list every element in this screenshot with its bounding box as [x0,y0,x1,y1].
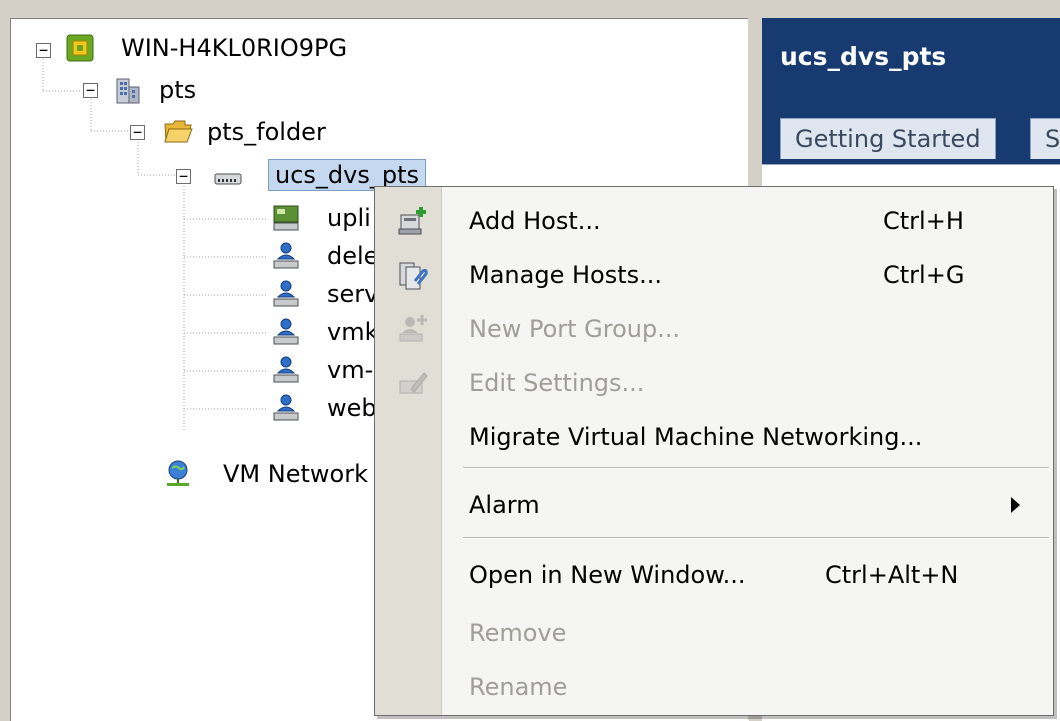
menu-item-label: Add Host... [469,207,601,235]
menu-item-label: Manage Hosts... [469,261,662,289]
new-port-group-icon [399,315,427,342]
manage-hosts-icon [399,262,428,290]
menu-item-shortcut: Ctrl+H [883,207,964,235]
tree-node-folder[interactable]: pts_folder [207,115,326,149]
tree-node-vcenter[interactable]: WIN-H4KL0RIO9PG [121,31,347,65]
datacenter-icon [116,78,140,104]
menu-item-rename[interactable]: Rename [375,661,1053,713]
uplink-portgroup-icon [273,205,299,231]
menu-item-migrate-vm-networking[interactable]: Migrate Virtual Machine Networking... [375,411,1053,463]
tree-node-portgroup[interactable]: web [327,391,377,425]
submenu-arrow-icon [1011,497,1020,513]
menu-separator [463,467,1049,469]
menu-item-label: Edit Settings... [469,369,645,397]
menu-item-shortcut: Ctrl+Alt+N [825,561,959,589]
detail-title: ucs_dvs_pts [780,42,947,71]
portgroup-icon [273,242,299,269]
portgroup-icon [273,318,299,345]
datacenter-expander[interactable]: − [83,83,98,98]
menu-item-new-port-group[interactable]: New Port Group... [375,303,1053,355]
menu-item-label: Open in New Window... [469,561,746,589]
tree-node-datacenter[interactable]: pts [159,73,196,107]
folder-expander[interactable]: − [130,125,145,140]
portgroup-icon [273,394,299,421]
portgroup-icon [273,356,299,383]
folder-icon [164,120,193,143]
menu-item-add-host[interactable]: Add Host... Ctrl+H [375,195,1053,247]
edit-settings-icon [399,372,428,394]
switch-expander[interactable]: − [176,169,191,184]
tree-node-network[interactable]: VM Network [223,457,368,491]
menu-item-manage-hosts[interactable]: Manage Hosts... Ctrl+G [375,249,1053,301]
context-menu: Add Host... Ctrl+H Manage Hosts... Ctrl+… [374,186,1054,716]
menu-item-open-new-window[interactable]: Open in New Window... Ctrl+Alt+N [375,549,1053,601]
tab-getting-started[interactable]: Getting Started [780,118,996,159]
menu-item-label: Alarm [469,491,540,519]
menu-item-label: Remove [469,619,567,647]
tab-strip: Getting Started S [762,88,1060,164]
menu-item-shortcut: Ctrl+G [883,261,965,289]
tree-node-portgroup[interactable]: vmk [327,315,378,349]
menu-item-edit-settings[interactable]: Edit Settings... [375,357,1053,409]
add-host-icon [398,207,426,235]
menu-separator [463,537,1049,539]
detail-header: ucs_dvs_pts [762,18,1060,88]
portgroup-icon [273,280,299,307]
distributed-switch-icon [214,173,242,185]
network-icon [167,460,189,486]
menu-item-label: Rename [469,673,568,701]
vcenter-icon [66,34,94,62]
tree-node-portgroup[interactable]: upli [327,201,371,235]
tree-node-portgroup[interactable]: vm- [327,353,373,387]
tab-summary[interactable]: S [1030,118,1060,159]
root-expander[interactable]: − [36,43,51,58]
tree-node-portgroup[interactable]: serv [327,277,378,311]
menu-item-label: New Port Group... [469,315,681,343]
menu-item-label: Migrate Virtual Machine Networking... [469,423,923,451]
menu-item-remove[interactable]: Remove [375,607,1053,659]
menu-item-alarm[interactable]: Alarm [375,479,1053,531]
tree-node-portgroup[interactable]: dele [327,239,378,273]
